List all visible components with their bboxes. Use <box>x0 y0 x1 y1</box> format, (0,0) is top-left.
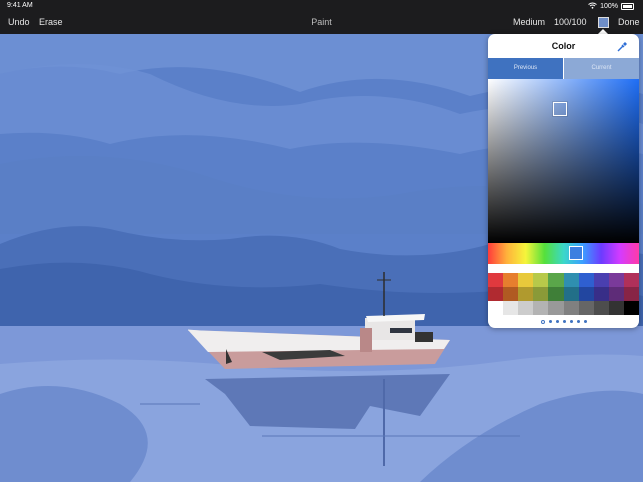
status-time: 9:41 AM <box>7 2 33 9</box>
page-dot[interactable] <box>569 320 573 323</box>
color-swatch[interactable] <box>548 301 564 315</box>
color-swatch[interactable] <box>548 287 564 301</box>
page-dot[interactable] <box>583 320 587 323</box>
color-swatch[interactable] <box>488 287 504 301</box>
toolbar: Undo Erase Paint Medium 100/100 Done <box>0 12 643 34</box>
color-picker-handle[interactable] <box>553 102 567 116</box>
color-swatch[interactable] <box>563 301 579 315</box>
color-swatch[interactable] <box>488 273 504 287</box>
color-swatch[interactable] <box>488 301 504 315</box>
brush-size-button[interactable]: Medium <box>513 17 545 27</box>
page-title: Paint <box>311 17 332 27</box>
color-swatch[interactable] <box>503 287 519 301</box>
color-swatch-button[interactable] <box>598 17 609 28</box>
page-dot[interactable] <box>555 320 559 323</box>
color-swatch[interactable] <box>593 287 609 301</box>
tab-previous[interactable]: Previous <box>488 58 563 79</box>
page-dot[interactable] <box>576 320 580 323</box>
wifi-icon <box>588 2 597 11</box>
opacity-button[interactable]: 100/100 <box>554 17 587 27</box>
color-swatch[interactable] <box>623 273 639 287</box>
battery-icon <box>621 3 634 10</box>
color-swatch[interactable] <box>548 273 564 287</box>
color-swatch[interactable] <box>533 273 549 287</box>
color-swatch[interactable] <box>578 287 594 301</box>
color-swatch[interactable] <box>533 301 549 315</box>
color-swatch[interactable] <box>563 273 579 287</box>
status-bar: 9:41 AM 100% <box>0 0 643 12</box>
color-swatch[interactable] <box>518 287 534 301</box>
color-swatch[interactable] <box>503 273 519 287</box>
hue-slider[interactable] <box>488 243 639 264</box>
page-indicator[interactable] <box>488 320 639 324</box>
color-swatch[interactable] <box>533 287 549 301</box>
done-button[interactable]: Done <box>618 17 640 27</box>
color-swatch[interactable] <box>608 287 624 301</box>
battery-percent: 100% <box>600 3 618 10</box>
hue-slider-handle[interactable] <box>569 246 583 260</box>
page-dot[interactable] <box>548 320 552 323</box>
color-swatch-grid <box>488 273 639 315</box>
color-swatch[interactable] <box>608 301 624 315</box>
color-swatch[interactable] <box>623 287 639 301</box>
color-swatch[interactable] <box>563 287 579 301</box>
color-swatch[interactable] <box>518 273 534 287</box>
color-swatch[interactable] <box>593 273 609 287</box>
color-swatch[interactable] <box>608 273 624 287</box>
page-dot[interactable] <box>540 320 545 324</box>
color-swatch[interactable] <box>578 273 594 287</box>
color-swatch[interactable] <box>623 301 639 315</box>
tab-current[interactable]: Current <box>564 58 639 79</box>
color-swatch[interactable] <box>578 301 594 315</box>
color-swatch[interactable] <box>503 301 519 315</box>
eyedropper-icon[interactable] <box>616 40 628 52</box>
color-popover: Color Previous Current <box>488 34 639 328</box>
status-right: 100% <box>588 2 634 11</box>
color-swatch[interactable] <box>518 301 534 315</box>
page-dot[interactable] <box>562 320 566 323</box>
saturation-brightness-picker[interactable] <box>488 79 639 243</box>
color-swatch[interactable] <box>593 301 609 315</box>
